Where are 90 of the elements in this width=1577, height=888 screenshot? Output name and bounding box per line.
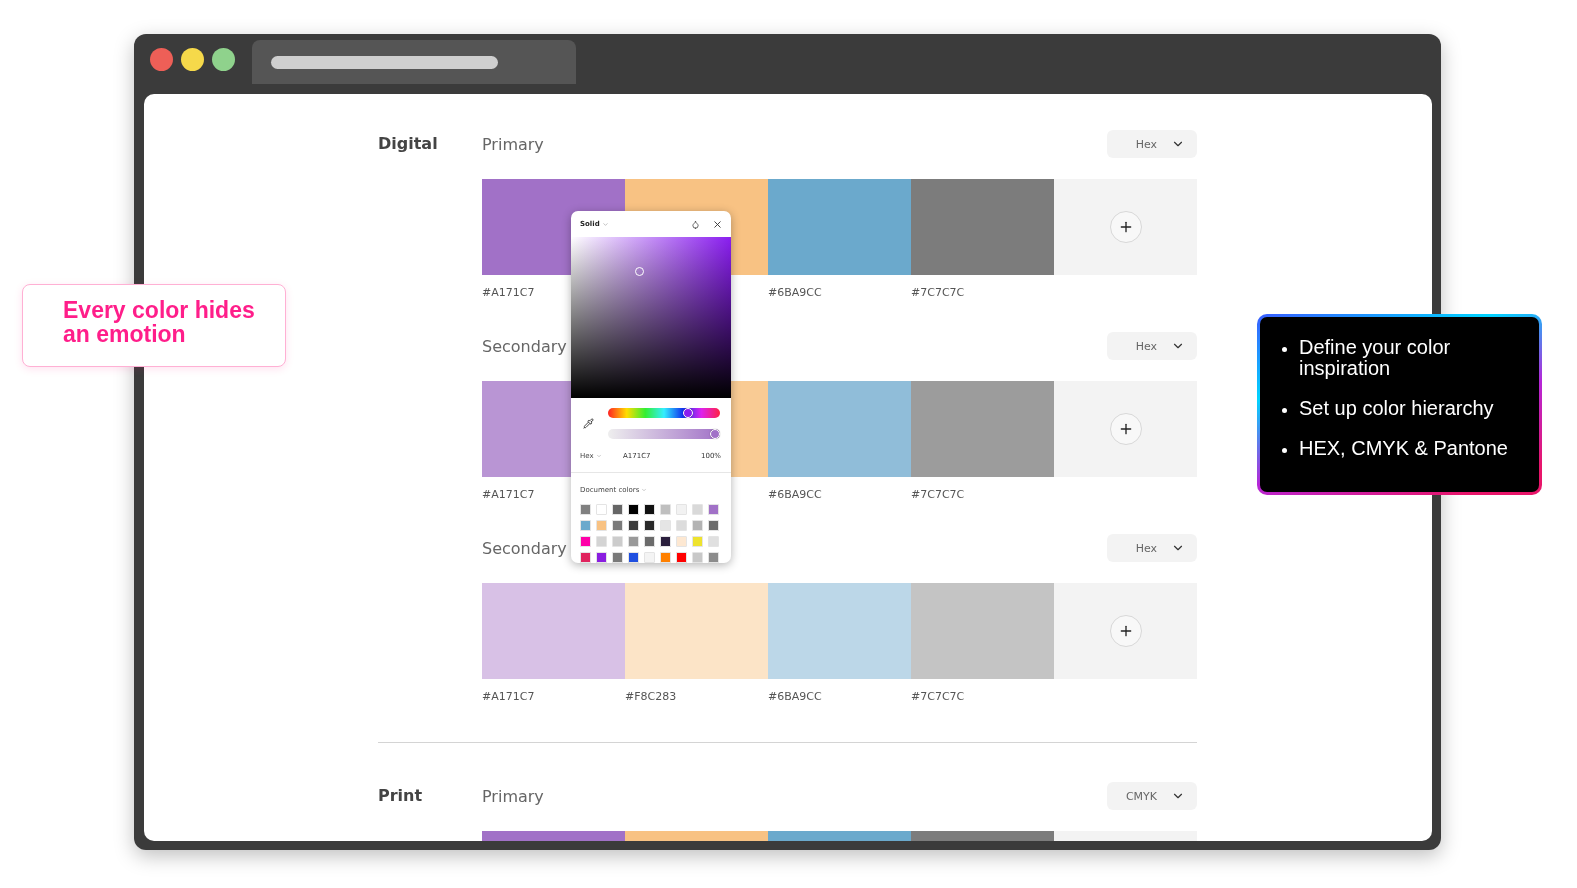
color-chip[interactable] [596,520,607,531]
saturation-field[interactable] [571,237,731,398]
browser-tab[interactable] [252,40,576,84]
color-chip[interactable] [644,552,655,563]
color-chip[interactable] [708,536,719,547]
color-swatch[interactable] [768,381,911,477]
color-chip[interactable] [692,520,703,531]
chevron-icon [641,487,648,493]
callout-headline: Every color hides an emotion [63,298,256,346]
color-swatch[interactable] [768,179,911,275]
color-chip[interactable] [612,504,623,515]
hex-code: #A171C7 [482,488,535,502]
add-color-button[interactable] [1109,615,1142,647]
color-chip[interactable] [628,504,639,515]
hex-code: #A171C7 [482,286,535,300]
chevron-icon [601,220,609,228]
color-chip[interactable] [612,552,623,563]
bullet-icon [1282,347,1287,352]
color-chip[interactable] [692,504,703,515]
color-chip[interactable] [596,552,607,563]
color-chip[interactable] [628,520,639,531]
maximize-dot-icon[interactable] [212,48,235,71]
feature-text: Set up color hierarchy [1299,398,1495,419]
color-swatch[interactable] [482,583,625,679]
chevron-icon [595,453,602,459]
color-chip[interactable] [596,536,607,547]
hue-slider[interactable] [608,408,720,418]
color-chip[interactable] [660,520,671,531]
hex-code: #A171C7 [482,690,535,704]
add-color-button[interactable] [1109,211,1142,243]
color-chip[interactable] [660,504,671,515]
color-chip[interactable] [596,504,607,515]
palette-name: Secondary [482,336,567,356]
color-swatch[interactable] [911,179,1054,275]
color-chip[interactable] [644,504,655,515]
color-chip[interactable] [580,552,591,563]
hex-code: #7C7C7C [911,690,965,704]
color-chip[interactable] [660,536,671,547]
slider-thumb[interactable] [710,429,720,439]
hex-code: #6BA9CC [768,488,822,502]
bullet-icon [1282,448,1287,453]
droplet-icon[interactable] [691,219,700,229]
color-chip[interactable] [708,504,719,515]
color-swatch[interactable] [911,381,1054,477]
hex-code: #6BA9CC [768,690,822,704]
address-bar[interactable] [271,55,498,69]
color-chip[interactable] [676,504,687,515]
color-chip[interactable] [676,520,687,531]
section-title: Digital [378,133,439,155]
hex-code: #7C7C7C [911,286,965,300]
close-icon[interactable] [712,218,723,230]
hex-code: #7C7C7C [911,488,965,502]
palette-name: Secondary [482,538,567,558]
eyedropper-icon[interactable] [583,418,594,429]
palette-name: Primary [482,134,544,154]
feature-text: Define your color inspiration [1299,337,1452,379]
color-chip[interactable] [660,552,671,563]
color-chip[interactable] [628,552,639,563]
color-chip[interactable] [580,520,591,531]
hex-code: #6BA9CC [768,286,822,300]
slider-thumb[interactable] [683,408,694,418]
palette-name: Primary [482,786,544,806]
feature-text: HEX, CMYK & Pantone [1299,438,1509,459]
color-chip[interactable] [628,536,639,547]
format-dropdown[interactable]: Hex [1107,534,1197,562]
color-chip[interactable] [580,536,591,547]
color-chip[interactable] [612,520,623,531]
color-swatch[interactable] [911,583,1054,679]
hex-code: #F8C283 [625,690,677,704]
color-chip[interactable] [692,536,703,547]
color-chip[interactable] [644,520,655,531]
section-title: Print [378,785,424,807]
color-chip[interactable] [692,552,703,563]
format-dropdown[interactable]: CMYK [1107,782,1197,810]
close-dot-icon[interactable] [150,48,173,71]
color-chip[interactable] [580,504,591,515]
add-color-button[interactable] [1109,413,1142,445]
minimize-dot-icon[interactable] [181,48,204,71]
format-dropdown[interactable]: Hex [1107,130,1197,158]
format-dropdown[interactable]: Hex [1107,332,1197,360]
color-chip[interactable] [676,536,687,547]
bullet-icon [1282,408,1287,413]
color-chip[interactable] [676,552,687,563]
color-swatch[interactable] [625,583,768,679]
color-chip[interactable] [644,536,655,547]
opacity-slider[interactable] [608,429,720,439]
color-chip[interactable] [708,520,719,531]
color-chip[interactable] [708,552,719,563]
color-swatch[interactable] [768,583,911,679]
color-chip[interactable] [612,536,623,547]
